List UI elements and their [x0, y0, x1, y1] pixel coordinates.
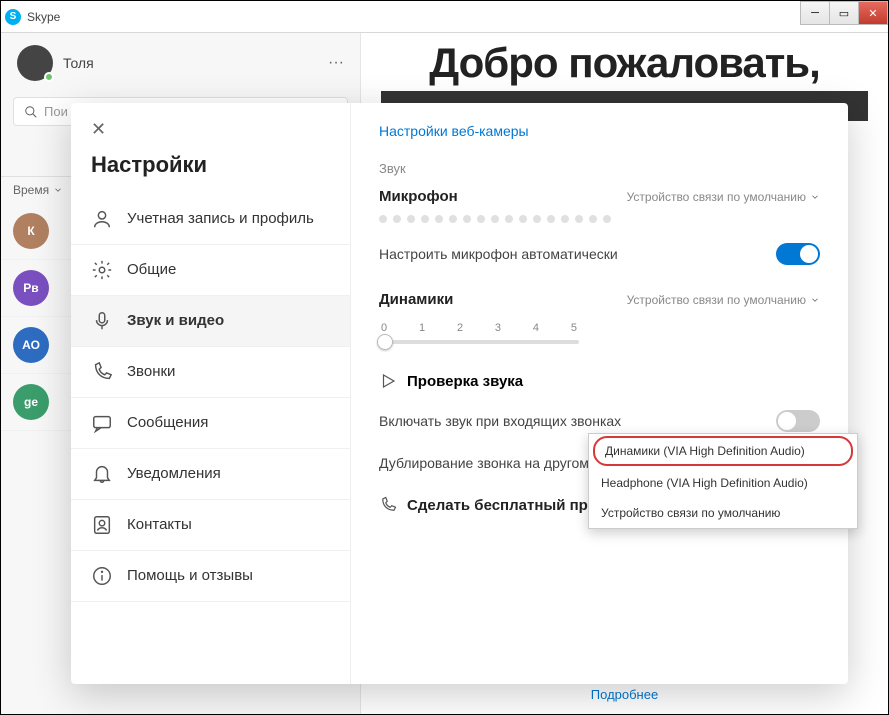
speakers-device-select[interactable]: Устройство связи по умолчанию [627, 293, 820, 307]
speakers-dropdown: Динамики (VIA High Definition Audio) Hea… [588, 433, 858, 529]
auto-mic-toggle[interactable] [776, 243, 820, 265]
minimize-button[interactable]: ─ [800, 1, 830, 25]
phone-icon [379, 496, 397, 514]
nav-messaging[interactable]: Сообщения [71, 398, 350, 449]
phone-icon [91, 361, 113, 383]
nav-calling[interactable]: Звонки [71, 347, 350, 398]
chevron-down-icon [810, 192, 820, 202]
window-title: Skype [27, 10, 60, 24]
dropdown-item-speakers[interactable]: Динамики (VIA High Definition Audio) [593, 436, 853, 466]
nav-general[interactable]: Общие [71, 245, 350, 296]
presence-dot [44, 72, 54, 82]
message-icon [91, 412, 113, 434]
search-placeholder: Пои [44, 104, 68, 119]
nav-notifications[interactable]: Уведомления [71, 449, 350, 500]
bell-icon [91, 463, 113, 485]
microphone-label: Микрофон [379, 188, 458, 205]
dropdown-item-default[interactable]: Устройство связи по умолчанию [589, 498, 857, 528]
nav-contacts[interactable]: Контакты [71, 500, 350, 551]
speakers-label: Динамики [379, 291, 453, 308]
welcome-heading: Добро пожаловать, [361, 33, 888, 87]
close-icon[interactable]: ✕ [71, 119, 350, 148]
sound-section-label: Звук [379, 161, 820, 176]
person-icon [91, 208, 113, 230]
microphone-device-select[interactable]: Устройство связи по умолчанию [627, 190, 820, 204]
nav-audio-video[interactable]: Звук и видео [71, 296, 350, 347]
chat-avatar: Рв [13, 270, 49, 306]
chat-avatar: АО [13, 327, 49, 363]
profile-row[interactable]: Толя ··· [1, 33, 360, 93]
incoming-sound-toggle[interactable] [776, 410, 820, 432]
maximize-button[interactable]: ▭ [829, 1, 859, 25]
dropdown-item-headphone[interactable]: Headphone (VIA High Definition Audio) [589, 468, 857, 498]
settings-title: Настройки [71, 148, 350, 194]
more-link[interactable]: Подробнее [361, 687, 888, 702]
auto-mic-label: Настроить микрофон автоматически [379, 246, 618, 262]
profile-name: Толя [63, 55, 94, 71]
settings-modal: ✕ Настройки Учетная запись и профиль Общ… [71, 103, 848, 684]
chat-avatar: ge [13, 384, 49, 420]
test-audio-button[interactable]: Проверка звука [379, 372, 820, 390]
skype-icon: S [5, 9, 21, 25]
chevron-down-icon [810, 295, 820, 305]
mic-level-meter [379, 215, 820, 223]
settings-nav: ✕ Настройки Учетная запись и профиль Общ… [71, 103, 351, 684]
more-icon[interactable]: ··· [328, 54, 344, 72]
nav-account[interactable]: Учетная запись и профиль [71, 194, 350, 245]
slider-thumb[interactable] [377, 334, 393, 350]
microphone-icon [91, 310, 113, 332]
contacts-icon [91, 514, 113, 536]
speaker-volume-slider[interactable]: 0 1 2 3 4 5 [379, 322, 820, 344]
close-button[interactable]: ✕ [858, 1, 888, 25]
play-icon [379, 372, 397, 390]
chevron-down-icon [53, 185, 63, 195]
incoming-sound-label: Включать звук при входящих звонках [379, 413, 621, 429]
gear-icon [91, 259, 113, 281]
nav-help[interactable]: Помощь и отзывы [71, 551, 350, 602]
chat-avatar: К [13, 213, 49, 249]
titlebar: S Skype ─ ▭ ✕ [1, 1, 888, 33]
search-icon [24, 105, 38, 119]
info-icon [91, 565, 113, 587]
settings-content: Настройки веб-камеры Звук Микрофон Устро… [351, 103, 848, 684]
webcam-settings-link[interactable]: Настройки веб-камеры [379, 123, 820, 139]
avatar[interactable] [17, 45, 53, 81]
